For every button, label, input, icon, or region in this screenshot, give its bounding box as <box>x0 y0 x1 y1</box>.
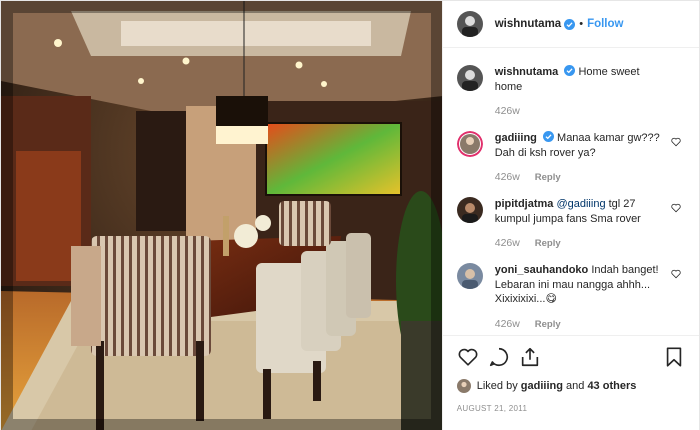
post-photo[interactable] <box>1 1 442 430</box>
comments-list[interactable]: wishnutama Home sweet home 426w gadiiing… <box>443 49 699 334</box>
likes-summary: Liked by gadiiing and 43 others <box>456 379 685 393</box>
separator-dot: • <box>579 18 584 30</box>
comment-age[interactable]: 426w <box>495 318 520 330</box>
commenter-username[interactable]: gadiiing <box>495 132 537 144</box>
bookmark-icon[interactable] <box>663 346 685 368</box>
post-date[interactable]: AUGUST 21, 2011 <box>457 404 685 413</box>
action-icons <box>457 344 685 370</box>
likes-count[interactable]: 43 others <box>587 380 636 392</box>
commenter-username[interactable]: wishnutama <box>495 66 559 78</box>
reply-button[interactable]: Reply <box>535 319 561 330</box>
comment-icon[interactable] <box>488 346 510 368</box>
comment-item: yoni_sauhandoko Indah banget! Lebaran in… <box>456 263 685 330</box>
verified-icon <box>564 65 576 76</box>
commenter-avatar[interactable] <box>456 131 483 157</box>
liker-avatar[interactable] <box>456 379 471 393</box>
author-avatar[interactable] <box>456 11 483 37</box>
verified-icon <box>542 131 554 142</box>
share-icon[interactable] <box>519 346 541 368</box>
liked-by-and: and <box>566 380 585 392</box>
commenter-avatar[interactable] <box>456 65 483 91</box>
follow-button[interactable]: Follow <box>587 18 623 30</box>
dining-room-photo <box>1 1 442 430</box>
caption-comment: wishnutama Home sweet home 426w <box>456 65 685 117</box>
post-header: wishnutama • Follow <box>442 1 699 48</box>
verified-icon <box>564 18 576 30</box>
like-comment-heart-icon[interactable] <box>671 203 681 213</box>
commenter-avatar[interactable] <box>456 197 483 223</box>
like-comment-heart-icon[interactable] <box>671 269 681 279</box>
like-comment-heart-icon[interactable] <box>671 137 681 147</box>
reply-button[interactable]: Reply <box>535 172 561 183</box>
liked-by-prefix: Liked by <box>476 380 518 392</box>
commenter-username[interactable]: yoni_sauhandoko <box>495 264 589 276</box>
comment-item: gadiiing Manaa kamar gw??? Dah di ksh ro… <box>456 131 685 183</box>
post-actions: Liked by gadiiing and 43 others AUGUST 2… <box>442 335 699 413</box>
post-sidebar: wishnutama • Follow wishnutama Home swee… <box>441 1 699 430</box>
instagram-post: wishnutama • Follow wishnutama Home swee… <box>0 0 700 430</box>
commenter-username[interactable]: pipitdjatma <box>495 198 554 210</box>
author-username[interactable]: wishnutama <box>495 18 561 30</box>
commenter-avatar[interactable] <box>456 263 483 289</box>
comment-age[interactable]: 426w <box>495 171 520 183</box>
comment-age[interactable]: 426w <box>495 237 520 249</box>
reply-button[interactable]: Reply <box>535 238 561 249</box>
comment-item: pipitdjatma @gadiiing tgl 27 kumpul jump… <box>456 197 685 249</box>
heart-icon[interactable] <box>457 346 479 368</box>
comment-age[interactable]: 426w <box>495 105 520 117</box>
mention-link[interactable]: @gadiiing <box>556 198 605 210</box>
liked-by-user[interactable]: gadiiing <box>521 380 563 392</box>
